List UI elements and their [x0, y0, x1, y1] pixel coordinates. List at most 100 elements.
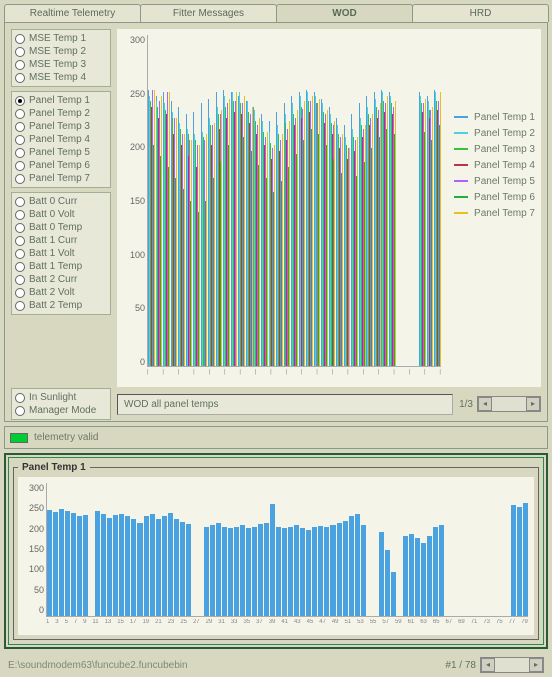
radio-icon: [15, 301, 25, 311]
legend-color-icon: [454, 180, 468, 182]
radio-icon: [15, 135, 25, 145]
page-right-button[interactable]: ▸: [529, 658, 543, 672]
radio-icon: [15, 73, 25, 83]
legend-color-icon: [454, 148, 468, 150]
radio-batt-2-temp[interactable]: Batt 2 Temp: [15, 299, 107, 312]
telemetry-valid-icon: [10, 433, 28, 443]
radio-batt-1-curr[interactable]: Batt 1 Curr: [15, 234, 107, 247]
radio-icon: [15, 174, 25, 184]
radio-icon: [15, 161, 25, 171]
radio-label: Panel Temp 3: [29, 121, 90, 132]
detail-chart: 300250200150100500 135791113151719212325…: [18, 477, 534, 635]
radio-batt-2-curr[interactable]: Batt 2 Curr: [15, 273, 107, 286]
radio-manager-mode[interactable]: Manager Mode: [15, 404, 107, 417]
tab-wod[interactable]: WOD: [276, 4, 413, 22]
legend-label: Panel Temp 4: [474, 160, 535, 171]
pager-left-button[interactable]: ◂: [478, 397, 492, 411]
radio-label: Batt 1 Volt: [29, 248, 75, 259]
radio-icon: [15, 393, 25, 403]
radio-batt-0-curr[interactable]: Batt 0 Curr: [15, 195, 107, 208]
tab-fitter-messages[interactable]: Fitter Messages: [140, 4, 277, 22]
radio-label: Batt 0 Volt: [29, 209, 75, 220]
radio-mse-temp-1[interactable]: MSE Temp 1: [15, 32, 107, 45]
radio-mse-temp-2[interactable]: MSE Temp 2: [15, 45, 107, 58]
radio-icon: [15, 197, 25, 207]
radio-panel-temp-6[interactable]: Panel Temp 6: [15, 159, 107, 172]
radio-icon: [15, 96, 25, 106]
radio-panel-temp-7[interactable]: Panel Temp 7: [15, 172, 107, 185]
radio-icon: [15, 262, 25, 272]
legend-item: Panel Temp 2: [454, 125, 535, 141]
radio-icon: [15, 236, 25, 246]
radio-icon: [15, 148, 25, 158]
page-pager-scrollbar[interactable]: ◂ ▸: [480, 657, 544, 673]
legend-color-icon: [454, 164, 468, 166]
radio-icon: [15, 223, 25, 233]
radio-panel-temp-1[interactable]: Panel Temp 1: [15, 94, 107, 107]
radio-label: Manager Mode: [29, 405, 96, 416]
tab-hrd[interactable]: HRD: [412, 4, 549, 22]
tab-bar: Realtime TelemetryFitter MessagesWODHRD: [0, 0, 552, 22]
group-4: In Sunlight Manager Mode: [11, 388, 111, 420]
radio-label: MSE Temp 2: [29, 46, 86, 57]
radio-icon: [15, 60, 25, 70]
radio-label: Batt 2 Curr: [29, 274, 77, 285]
radio-batt-2-volt[interactable]: Batt 2 Volt: [15, 286, 107, 299]
radio-label: Panel Temp 6: [29, 160, 90, 171]
group-batt: Batt 0 Curr Batt 0 Volt Batt 0 Temp Batt 1 …: [11, 192, 111, 315]
multi-chart: 300250200150100500 |||||||||||||||||||| …: [117, 29, 541, 387]
detail-fieldset: Panel Temp 1 300250200150100500 13579111…: [13, 462, 539, 640]
radio-batt-1-volt[interactable]: Batt 1 Volt: [15, 247, 107, 260]
detail-title: Panel Temp 1: [18, 462, 90, 473]
radio-icon: [15, 109, 25, 119]
radio-icon: [15, 47, 25, 57]
radio-batt-1-temp[interactable]: Batt 1 Temp: [15, 260, 107, 273]
radio-label: MSE Temp 1: [29, 33, 86, 44]
radio-label: Batt 1 Curr: [29, 235, 77, 246]
radio-batt-0-volt[interactable]: Batt 0 Volt: [15, 208, 107, 221]
wod-panel: MSE Temp 1 MSE Temp 2MSE Temp 3MSE Temp 4…: [4, 22, 548, 422]
radio-label: Batt 1 Temp: [29, 261, 82, 272]
radio-icon: [15, 210, 25, 220]
telemetry-sidebar: MSE Temp 1 MSE Temp 2MSE Temp 3MSE Temp 4…: [11, 29, 111, 387]
radio-label: Batt 0 Curr: [29, 196, 77, 207]
page-footer: E:\soundmodem63\funcube2.funcubebin #1 /…: [0, 653, 552, 677]
legend-color-icon: [454, 196, 468, 198]
legend-item: Panel Temp 7: [454, 205, 535, 221]
radio-batt-0-temp[interactable]: Batt 0 Temp: [15, 221, 107, 234]
legend-label: Panel Temp 6: [474, 192, 535, 203]
radio-label: Panel Temp 2: [29, 108, 90, 119]
status-bar: telemetry valid: [4, 426, 548, 449]
radio-label: Panel Temp 4: [29, 134, 90, 145]
legend-label: Panel Temp 7: [474, 208, 535, 219]
radio-label: In Sunlight: [29, 392, 76, 403]
pager-label: 1/3: [459, 399, 473, 410]
radio-mse-temp-4[interactable]: MSE Temp 4: [15, 71, 107, 84]
legend-color-icon: [454, 132, 468, 134]
radio-label: Panel Temp 7: [29, 173, 90, 184]
legend-label: Panel Temp 2: [474, 128, 535, 139]
legend-item: Panel Temp 4: [454, 157, 535, 173]
radio-panel-temp-2[interactable]: Panel Temp 2: [15, 107, 107, 120]
radio-panel-temp-5[interactable]: Panel Temp 5: [15, 146, 107, 159]
group-panel: Panel Temp 1Panel Temp 2 Panel Temp 3 Pane…: [11, 91, 111, 188]
radio-mse-temp-3[interactable]: MSE Temp 3: [15, 58, 107, 71]
radio-icon: [15, 406, 25, 416]
group-mse: MSE Temp 1 MSE Temp 2MSE Temp 3MSE Temp 4: [11, 29, 111, 87]
pager-right-button[interactable]: ▸: [526, 397, 540, 411]
wod-caption: WOD all panel temps: [117, 394, 453, 415]
tab-realtime-telemetry[interactable]: Realtime Telemetry: [4, 4, 141, 22]
detail-panel: Panel Temp 1 300250200150100500 13579111…: [4, 453, 548, 649]
radio-label: Batt 2 Temp: [29, 300, 82, 311]
wod-footer: In Sunlight Manager Mode WOD all panel te…: [11, 393, 541, 415]
pager-scrollbar[interactable]: ◂ ▸: [477, 396, 541, 412]
radio-label: Batt 0 Temp: [29, 222, 82, 233]
status-label: telemetry valid: [34, 432, 98, 443]
radio-icon: [15, 275, 25, 285]
page-left-button[interactable]: ◂: [481, 658, 495, 672]
radio-icon: [15, 122, 25, 132]
radio-in-sunlight[interactable]: In Sunlight: [15, 391, 107, 404]
radio-panel-temp-4[interactable]: Panel Temp 4: [15, 133, 107, 146]
legend-label: Panel Temp 3: [474, 144, 535, 155]
radio-panel-temp-3[interactable]: Panel Temp 3: [15, 120, 107, 133]
